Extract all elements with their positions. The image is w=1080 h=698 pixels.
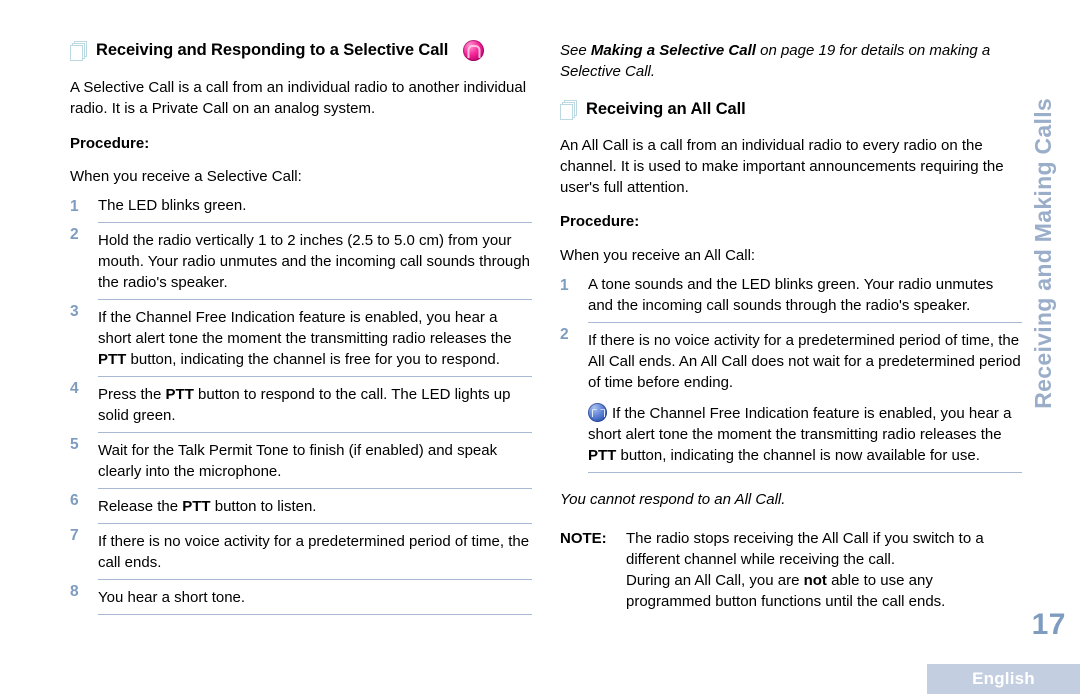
cross-reference-title: Making a Selective Call [590,42,756,59]
step-number: 6 [70,492,79,510]
step-paragraph: If the Channel Free Indication feature i… [98,307,532,370]
step-paragraph: Press the PTT button to respond to the c… [98,384,532,426]
step-text: The LED blinks green. [98,195,532,224]
list-item: 1 The LED blinks green. [70,195,532,224]
cross-reference-before: See [560,42,591,59]
step-number: 1 [560,277,569,295]
step-number: 4 [70,380,79,398]
list-item: 6 Release the PTT button to listen. [70,489,532,525]
right-column: See Making a Selective Call on page 19 f… [560,40,1022,612]
step-number: 1 [70,198,79,216]
page-number: 17 [1031,608,1066,641]
step-text-after: button, indicating the channel is free f… [126,351,500,369]
step-number: 2 [70,226,79,244]
list-item: 5 Wait for the Talk Permit Tone to finis… [70,433,532,490]
step-paragraph: Release the PTT button to listen. [98,496,532,517]
step-text: If the Channel Free Indication feature i… [98,300,532,378]
left-column: Receiving and Responding to a Selective … [70,40,532,616]
language-label: English [972,669,1035,688]
step-paragraph: Hold the radio vertically 1 to 2 inches … [98,232,530,292]
right-procedure-label: Procedure: [560,213,640,231]
step-number: 3 [70,303,79,321]
ptt-keyword: PTT [588,447,617,465]
step-text: If there is no voice activity for a pred… [588,323,1022,474]
step-paragraph: Wait for the Talk Permit Tone to finish … [98,442,498,481]
step-number: 7 [70,527,79,545]
left-intro-paragraph: A Selective Call is a call from an indiv… [70,79,527,118]
list-item: 2 Hold the radio vertically 1 to 2 inche… [70,223,532,301]
step-text: Wait for the Talk Permit Tone to finish … [98,433,532,490]
ptt-keyword: PTT [165,386,194,404]
manual-page: Receiving and Responding to a Selective … [0,0,1080,698]
step-paragraph: A tone sounds and the LED blinks green. … [588,276,994,315]
note-block: NOTE: The radio stops receiving the All … [560,528,1022,612]
right-section-heading: Receiving an All Call [560,99,1022,120]
step-number: 2 [560,326,569,344]
ptt-keyword: PTT [98,351,127,369]
step-text-after: button to listen. [210,498,317,516]
chapter-side-tab-label: Receiving and Making Calls [1029,98,1056,409]
stacked-pages-icon [560,99,577,120]
sub-note-before: If the Channel Free Indication feature i… [588,405,1012,444]
step-paragraph: The LED blinks green. [98,197,247,215]
note-label: NOTE: [560,529,607,547]
step-number: 5 [70,436,79,454]
list-item: 8 You hear a short tone. [70,580,532,616]
list-item: 2 If there is no voice activity for a pr… [560,323,1022,474]
note-line-2-before: During an All Call, you are [626,571,804,589]
step-text-before: If the Channel Free Indication feature i… [98,309,512,348]
channel-free-pulse-icon [588,403,607,423]
left-section-heading: Receiving and Responding to a Selective … [70,40,532,61]
list-item: 4 Press the PTT button to respond to the… [70,377,532,434]
right-intro-paragraph: An All Call is a call from an individual… [560,136,1004,197]
list-item: 7 If there is no voice activity for a pr… [70,524,532,581]
channel-free-sub-note: If the Channel Free Indication feature i… [588,403,1022,466]
step-text: Press the PTT button to respond to the c… [98,377,532,434]
step-text-before: Release the [98,498,183,516]
chapter-side-tab: Receiving and Making Calls [1006,0,1080,698]
step-text-before: Press the [98,386,166,404]
left-steps-list: 1 The LED blinks green. 2 Hold the radio… [70,195,532,616]
step-text: You hear a short tone. [98,580,532,616]
list-item: 1 A tone sounds and the LED blinks green… [560,274,1022,324]
list-item: 3 If the Channel Free Indication feature… [70,300,532,378]
cross-reference-note: See Making a Selective Call on page 19 f… [560,40,1022,83]
selective-call-badge-icon [463,40,485,61]
note-keyword-not: not [803,571,827,589]
all-call-footnote: You cannot respond to an All Call. [560,491,786,509]
stacked-pages-icon [70,41,87,61]
left-section-heading-text: Receiving and Responding to a Selective … [96,41,449,60]
right-steps-list: 1 A tone sounds and the LED blinks green… [560,274,1022,474]
language-footer-bar: English [927,664,1080,694]
step-number: 8 [70,583,79,601]
step-text: Hold the radio vertically 1 to 2 inches … [98,223,532,301]
note-line-2: During an All Call, you are not able to … [626,570,1022,612]
step-text: Release the PTT button to listen. [98,489,532,525]
ptt-keyword: PTT [182,498,211,516]
right-section-heading-text: Receiving an All Call [586,99,746,118]
step-paragraph: If there is no voice activity for a pred… [588,332,1021,392]
step-paragraph: You hear a short tone. [98,589,246,607]
step-paragraph: If there is no voice activity for a pred… [98,533,530,572]
step-text: If there is no voice activity for a pred… [98,524,532,581]
right-lead-in: When you receive an All Call: [560,246,756,264]
sub-note-after: button, indicating the channel is now av… [616,447,980,465]
note-line-1: The radio stops receiving the All Call i… [626,529,984,568]
note-body: The radio stops receiving the All Call i… [626,528,1022,612]
left-procedure-label: Procedure: [70,134,150,152]
step-text: A tone sounds and the LED blinks green. … [588,274,1022,324]
left-lead-in: When you receive a Selective Call: [70,168,302,186]
